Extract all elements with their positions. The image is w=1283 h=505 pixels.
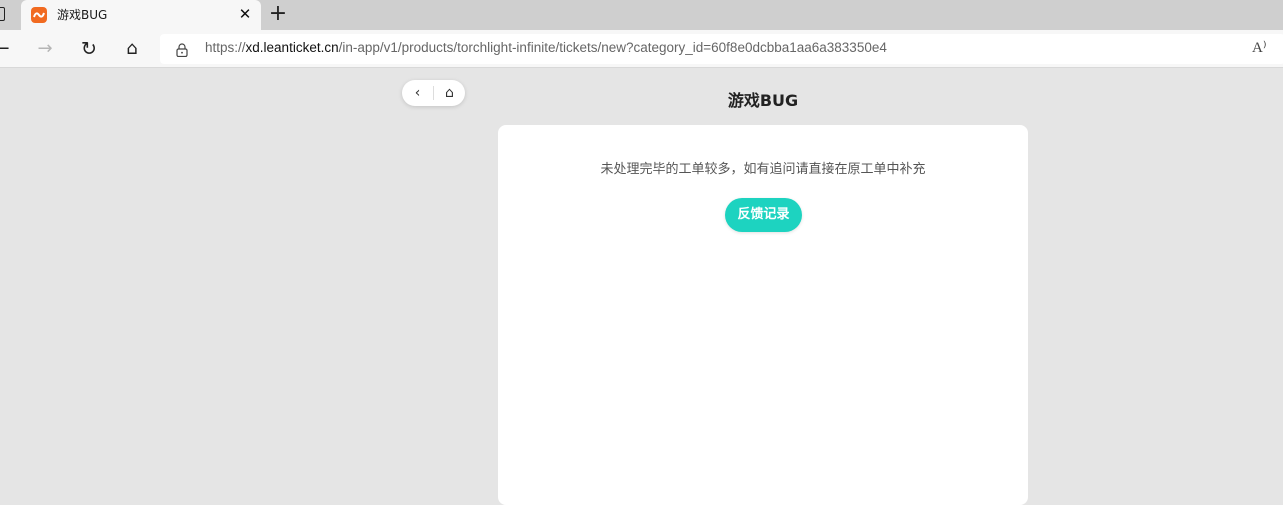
url-prefix: https:// bbox=[205, 40, 246, 55]
address-bar[interactable]: https://xd.leanticket.cn/in-app/v1/produ… bbox=[160, 34, 1283, 64]
lock-icon[interactable] bbox=[176, 42, 188, 58]
tab-actions-icon[interactable] bbox=[0, 7, 5, 21]
forward-icon[interactable]: → bbox=[33, 37, 57, 61]
tab-title: 游戏BUG bbox=[57, 8, 108, 22]
new-tab-icon[interactable]: + bbox=[266, 3, 290, 27]
back-icon[interactable]: ← bbox=[0, 37, 14, 61]
read-aloud-icon[interactable]: A⁾ bbox=[1252, 38, 1267, 57]
site-favicon-icon bbox=[31, 7, 47, 23]
notice-text: 未处理完毕的工单较多，如有追问请直接在原工单中补充 bbox=[600, 162, 926, 177]
url-path: /in-app/v1/products/torchlight-infinite/… bbox=[338, 40, 887, 55]
content-card: 未处理完毕的工单较多，如有追问请直接在原工单中补充 反馈记录 bbox=[498, 125, 1028, 505]
browser-tab[interactable]: 游戏BUG ✕ bbox=[21, 0, 261, 30]
feedback-history-button[interactable]: 反馈记录 bbox=[725, 198, 802, 232]
home-icon[interactable]: ⌂ bbox=[120, 37, 144, 61]
page-title: 游戏BUG bbox=[727, 91, 799, 110]
tab-close-icon[interactable]: ✕ bbox=[235, 4, 255, 24]
url-host: xd.leanticket.cn bbox=[245, 40, 339, 55]
page-content: ‹ ⌂ 游戏BUG 未处理完毕的工单较多，如有追问请直接在原工单中补充 反馈记录 bbox=[0, 68, 1283, 505]
browser-toolbar: ← → ↻ ⌂ https://xd.leanticket.cn/in-app/… bbox=[0, 30, 1283, 68]
url-text[interactable]: https://xd.leanticket.cn/in-app/v1/produ… bbox=[205, 40, 887, 55]
refresh-icon[interactable]: ↻ bbox=[77, 37, 101, 61]
tab-strip: 游戏BUG ✕ + bbox=[0, 0, 1283, 30]
